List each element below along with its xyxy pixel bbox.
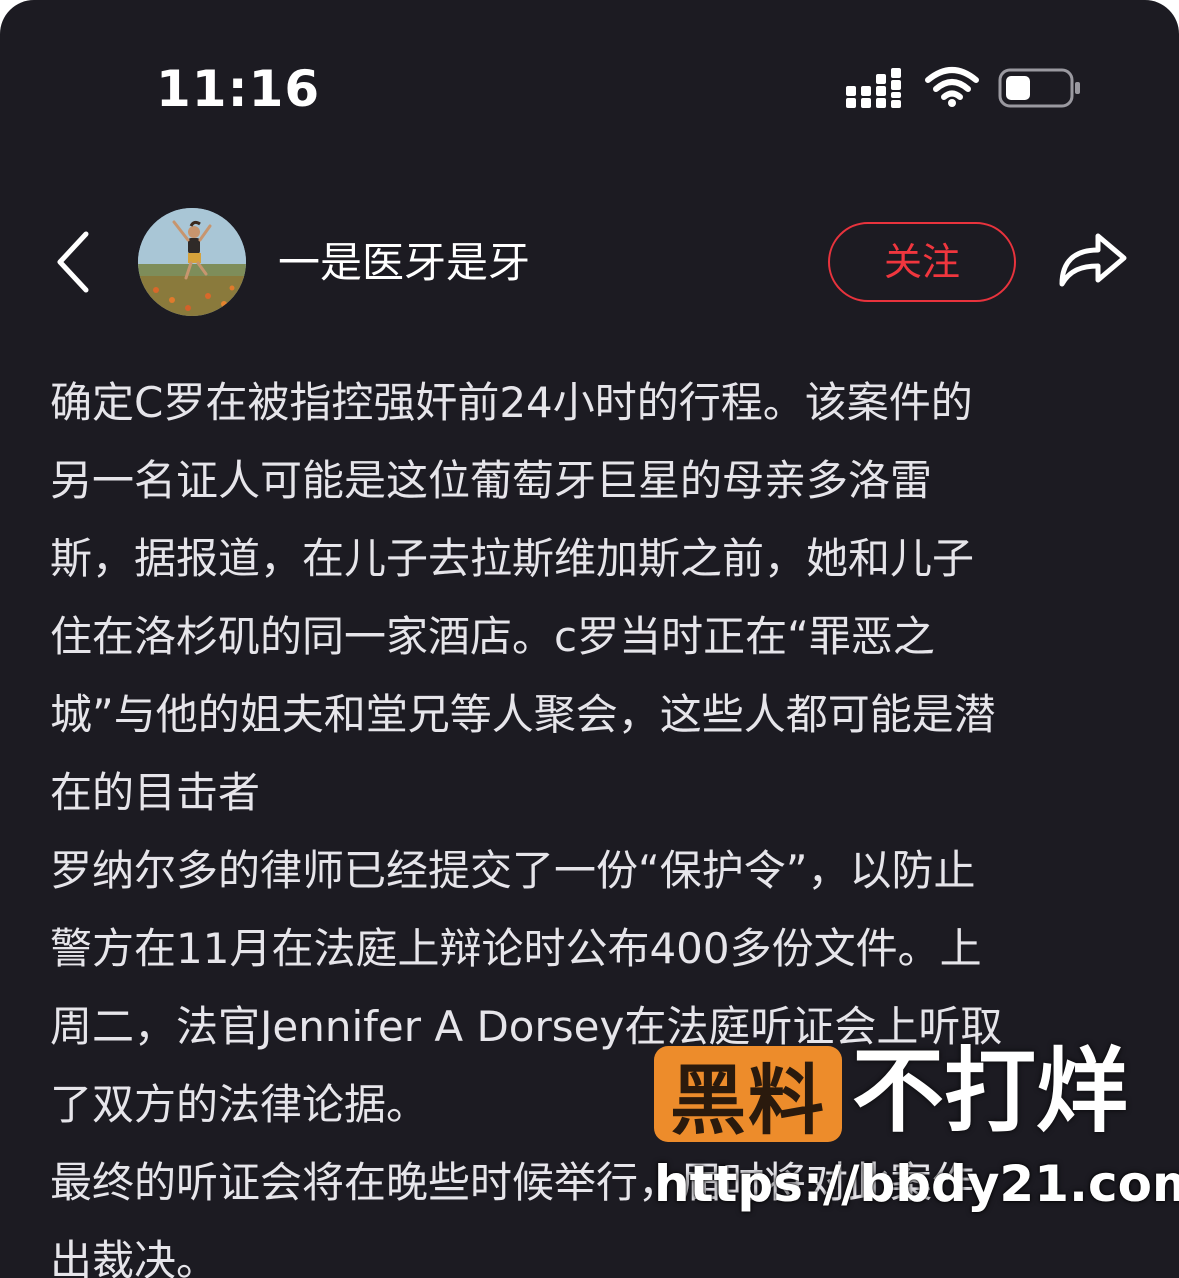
- article-line: 罗纳尔多的律师已经提交了一份“保护令”，以防止: [50, 846, 976, 895]
- status-time: 11:16: [156, 60, 321, 118]
- article-line: 斯，据报道，在儿子去拉斯维加斯之前，她和儿子: [50, 534, 975, 583]
- author-name[interactable]: 一是医牙是牙: [278, 236, 530, 290]
- watermark-url: https://bbdy21.com: [654, 1155, 1179, 1213]
- back-arrow-icon[interactable]: [52, 228, 96, 296]
- article-line: 城”与他的姐夫和堂兄等人聚会，这些人都可能是潜: [50, 690, 996, 739]
- app-screen: 11:16 一是医牙是牙 关注 确定C罗在被指控强奸前24小时的行程。该案件的 …: [0, 0, 1179, 1278]
- follow-button[interactable]: 关注: [828, 222, 1016, 302]
- watermark-badge: 黑料: [654, 1046, 842, 1145]
- signal-icon: [846, 68, 901, 108]
- article-line: 出裁决。: [50, 1236, 219, 1278]
- watermark-slogan: 不打烊: [852, 1038, 1129, 1145]
- article-line: 在的目击者: [50, 768, 261, 817]
- wifi-icon: [925, 67, 979, 107]
- article-line: 住在洛杉矶的同一家酒店。c罗当时正在“罪恶之: [50, 612, 935, 661]
- avatar[interactable]: [138, 208, 246, 316]
- article-line: 警方在11月在法庭上辩论时公布400多份文件。上: [50, 924, 982, 973]
- article-line: 另一名证人可能是这位葡萄牙巨星的母亲多洛雷: [50, 456, 933, 505]
- article-line: 确定C罗在被指控强奸前24小时的行程。该案件的: [50, 378, 973, 427]
- battery-icon: [998, 68, 1080, 108]
- share-icon[interactable]: [1054, 226, 1130, 292]
